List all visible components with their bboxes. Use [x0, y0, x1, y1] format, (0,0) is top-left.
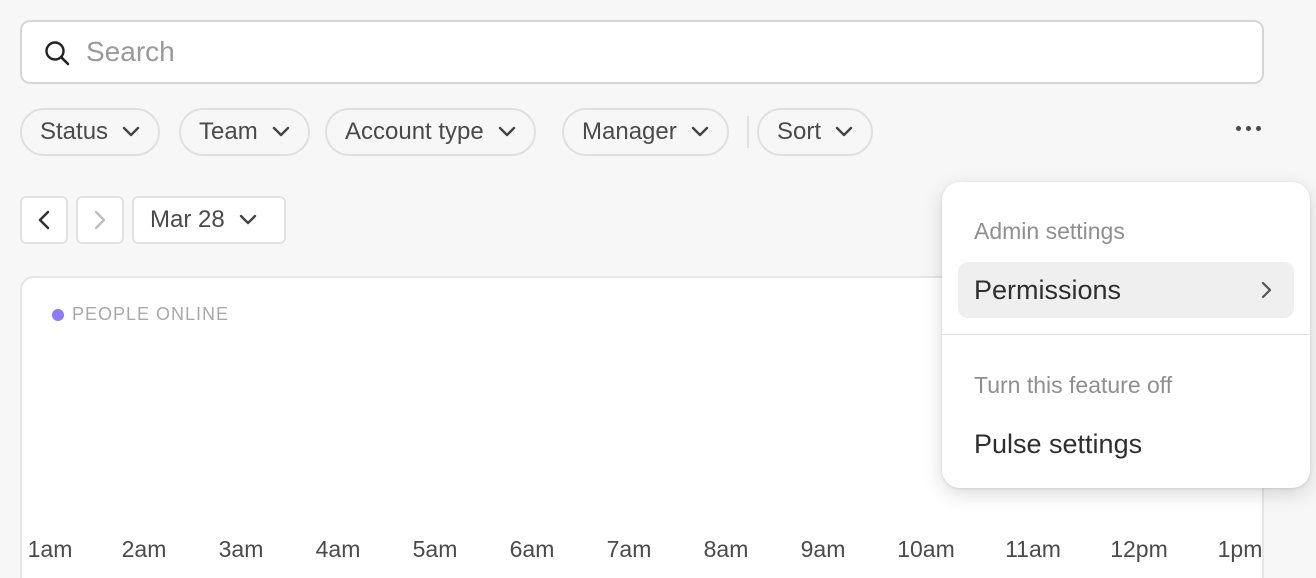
team-filter-button[interactable]: Team — [179, 108, 310, 156]
chevron-down-icon — [239, 214, 256, 225]
chevron-left-icon — [38, 210, 50, 230]
menu-divider — [942, 334, 1310, 335]
legend-dot-icon — [52, 308, 64, 321]
page: Status Team Account type Manager Sort Ma… — [0, 0, 1316, 578]
x-tick-label: 1am — [27, 536, 73, 562]
search-icon — [45, 41, 70, 66]
x-tick-label: 12pm — [1110, 536, 1168, 562]
chevron-down-icon — [498, 126, 515, 137]
x-axis: 1am 2am 3am 4am 5am 6am 7am 8am 9am 10am… — [22, 536, 1263, 566]
manager-filter-label: Manager — [582, 118, 677, 145]
x-tick-label: 1pm — [1217, 536, 1263, 562]
options-menu: Admin settings Permissions Turn this fea… — [942, 182, 1310, 488]
sort-button[interactable]: Sort — [757, 108, 874, 156]
x-tick-label: 5am — [412, 536, 458, 562]
manager-filter-button[interactable]: Manager — [562, 108, 729, 156]
x-tick-label: 4am — [315, 536, 361, 562]
chevron-down-icon — [122, 126, 140, 137]
more-dots-icon — [1255, 125, 1261, 131]
more-dots-icon — [1245, 125, 1251, 131]
current-date-label: Mar 28 — [150, 206, 225, 233]
team-filter-label: Team — [199, 118, 258, 145]
status-filter-label: Status — [40, 118, 109, 145]
x-tick-label: 2am — [121, 536, 167, 562]
x-tick-label: 6am — [509, 536, 555, 562]
previous-date-button[interactable] — [20, 196, 68, 244]
sort-label: Sort — [777, 118, 822, 145]
x-tick-label: 7am — [606, 536, 652, 562]
account-type-filter-label: Account type — [345, 118, 484, 145]
x-tick-label: 9am — [800, 536, 846, 562]
search-bar[interactable] — [20, 20, 1264, 84]
permissions-menu-item[interactable]: Permissions — [958, 262, 1294, 318]
chevron-down-icon — [272, 126, 289, 137]
more-dots-icon — [1235, 125, 1241, 131]
chevron-down-icon — [835, 126, 853, 137]
pulse-settings-menu-item[interactable]: Pulse settings — [958, 416, 1294, 472]
legend-label: PEOPLE ONLINE — [72, 304, 230, 324]
x-tick-label: 3am — [218, 536, 264, 562]
search-input[interactable] — [86, 22, 1246, 82]
turn-feature-off-heading: Turn this feature off — [974, 372, 1173, 398]
chevron-right-icon — [1261, 281, 1272, 299]
account-type-filter-button[interactable]: Account type — [325, 108, 536, 156]
chart-legend: PEOPLE ONLINE — [52, 304, 229, 325]
chevron-down-icon — [691, 126, 708, 137]
x-tick-label: 11am — [1005, 536, 1061, 562]
next-date-button[interactable] — [76, 196, 124, 244]
pulse-settings-label: Pulse settings — [974, 428, 1143, 459]
filter-divider — [747, 116, 749, 148]
status-filter-button[interactable]: Status — [20, 108, 161, 156]
x-tick-label: 10am — [897, 536, 955, 562]
more-options-button[interactable] — [1228, 114, 1268, 142]
permissions-label: Permissions — [974, 274, 1122, 305]
x-tick-label: 8am — [703, 536, 749, 562]
date-picker-button[interactable]: Mar 28 — [132, 196, 286, 244]
admin-settings-heading: Admin settings — [974, 218, 1125, 244]
chevron-right-icon — [94, 210, 106, 230]
